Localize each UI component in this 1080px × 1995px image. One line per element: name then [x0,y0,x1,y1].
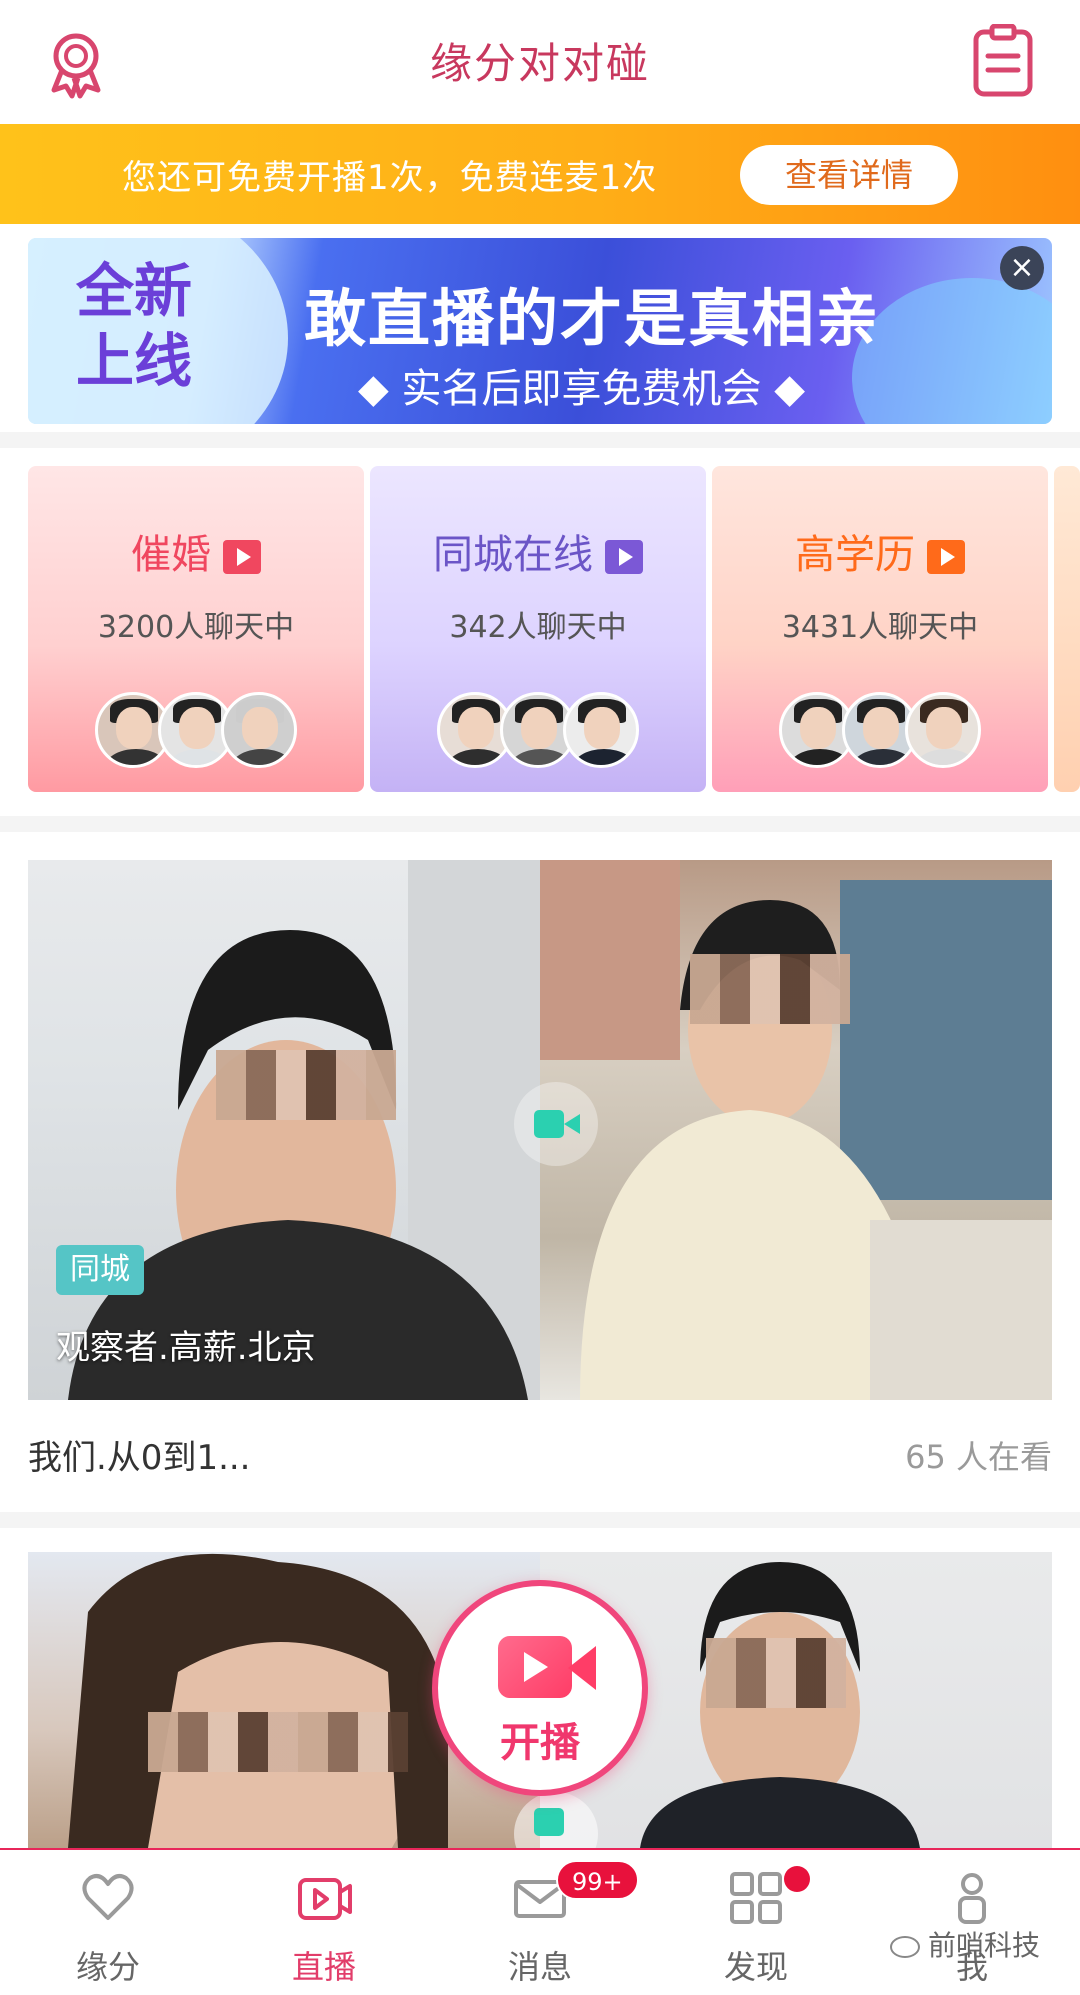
video-camera-icon [498,1636,572,1698]
avatar-group [370,692,706,772]
category-card-cuihun[interactable]: 催婚 3200人聊天中 [28,466,364,792]
notification-dot [784,1866,810,1892]
watermark: 前哨科技 [890,1924,1040,1964]
category-count: 342人聊天中 [449,610,627,645]
tab-label: 消息 [507,1948,572,1986]
play-icon [223,540,261,574]
live-dating-banner[interactable]: 全新上线 敢直播的才是真相亲 ◆ 实名后即享免费机会 ◆ × [28,238,1052,424]
blurred-face [148,1712,408,1772]
banner-new-label: 全新上线 [76,257,193,395]
tab-live[interactable]: 直播 [216,1850,432,1995]
play-icon [927,540,965,574]
avatar [905,692,982,768]
category-card-tongcheng[interactable]: 同城在线 342人聊天中 [370,466,706,792]
tab-me[interactable]: 我 [864,1850,1080,1995]
avatar-group [28,692,364,772]
free-broadcast-promo: 您还可免费开播1次，免费连麦1次 查看详情 [0,124,1080,224]
room-subtitle: 观察者.高薪.北京 [56,1328,316,1368]
category-name: 同城在线 [370,522,706,580]
avatar-group [712,692,1048,772]
divider [0,816,1080,832]
unread-badge: 99+ [556,1860,639,1900]
banner-decoration [852,278,1052,424]
start-broadcast-label: 开播 [500,1720,580,1766]
page-title: 缘分对对碰 [429,39,650,88]
category-name: 高学历 [712,522,1048,580]
heart-icon [82,1874,134,1920]
video-call-icon [514,1082,598,1166]
divider [0,1512,1080,1528]
tab-label: 发现 [723,1948,788,1986]
video-camera-icon-lens [568,1646,596,1690]
blurred-face [216,1050,396,1120]
grid-icon [730,1872,782,1924]
live-video-icon [298,1878,352,1920]
divider [0,432,1080,448]
view-details-button[interactable]: 查看详情 [740,145,958,205]
wechat-icon [890,1936,920,1958]
tag-same-city: 同城 [56,1245,144,1295]
play-icon [605,540,643,574]
banner-subline: ◆ 实名后即享免费机会 ◆ [358,366,805,412]
category-row: 催婚 3200人聊天中 同城在线 342人聊天中 高学历 3431人聊天中 [28,466,1080,792]
category-count: 3431人聊天中 [781,610,979,645]
top-bar: 缘分对对碰 [0,0,1080,124]
live-room-card[interactable]: 同城 观察者.高薪.北京 [28,860,1052,1400]
banner-headline: 敢直播的才是真相亲 [304,282,881,355]
tab-discover[interactable]: 发现 [648,1850,864,1995]
bottom-tab-bar: 缘分 直播 消息 发现 我 99+ [0,1848,1080,1995]
category-count: 3200人聊天中 [97,610,295,645]
blurred-face [690,954,850,1024]
category-card-partial[interactable] [1054,466,1080,792]
streamer-photo [28,860,540,1400]
tab-yuanfen[interactable]: 缘分 [0,1850,216,1995]
room-title: 我们.从0到1... [28,1438,251,1478]
viewer-count: 65 人在看 [905,1438,1052,1476]
streamer-photo [540,860,1052,1400]
clipboard-icon[interactable] [966,24,1040,98]
avatar [221,692,298,768]
start-broadcast-button[interactable]: 开播 [432,1580,648,1796]
tab-label: 直播 [291,1948,356,1986]
live-room-meta: 我们.从0到1... 65 人在看 [28,1400,1052,1510]
promo-text: 您还可免费开播1次，免费连麦1次 [122,158,658,198]
tab-label: 缘分 [75,1948,140,1986]
blurred-face [706,1638,846,1708]
category-name: 催婚 [28,522,364,580]
category-card-gaoxueli[interactable]: 高学历 3431人聊天中 [712,466,1048,792]
close-icon[interactable]: × [1000,246,1044,290]
avatar [563,692,640,768]
person-icon [958,1873,986,1924]
